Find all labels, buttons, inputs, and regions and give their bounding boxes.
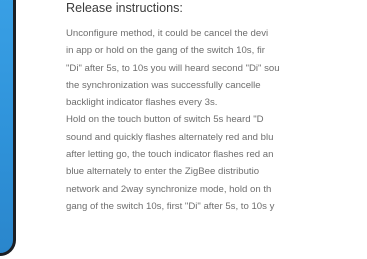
instruction-text: Unconfigure method, it could be cancel t… [66, 25, 280, 215]
text-line: the synchronization was successfully can… [66, 79, 261, 91]
text-line: sound and quickly flashes alternately re… [66, 131, 274, 143]
text-line: in app or hold on the gang of the switch… [66, 45, 265, 57]
text-line: "Di" after 5s, to 10s you will heard sec… [66, 62, 280, 74]
section-title: Release instructions: [66, 1, 183, 15]
text-line: backlight indicator flashes every 3s. [66, 97, 218, 109]
phone-illustration [0, 0, 16, 256]
text-line: Unconfigure method, it could be cancel t… [66, 28, 269, 39]
text-line: Hold on the touch button of switch 5s he… [66, 114, 264, 126]
text-line: gang of the switch 10s, first "Di" after… [66, 200, 275, 212]
text-line: after letting go, the touch indicator fl… [66, 149, 274, 161]
text-line: blue alternately to enter the ZigBee dis… [66, 166, 260, 178]
text-line: network and 2way synchronize mode, hold … [66, 183, 272, 195]
page: Release instructions: Unconfigure method… [0, 0, 367, 259]
